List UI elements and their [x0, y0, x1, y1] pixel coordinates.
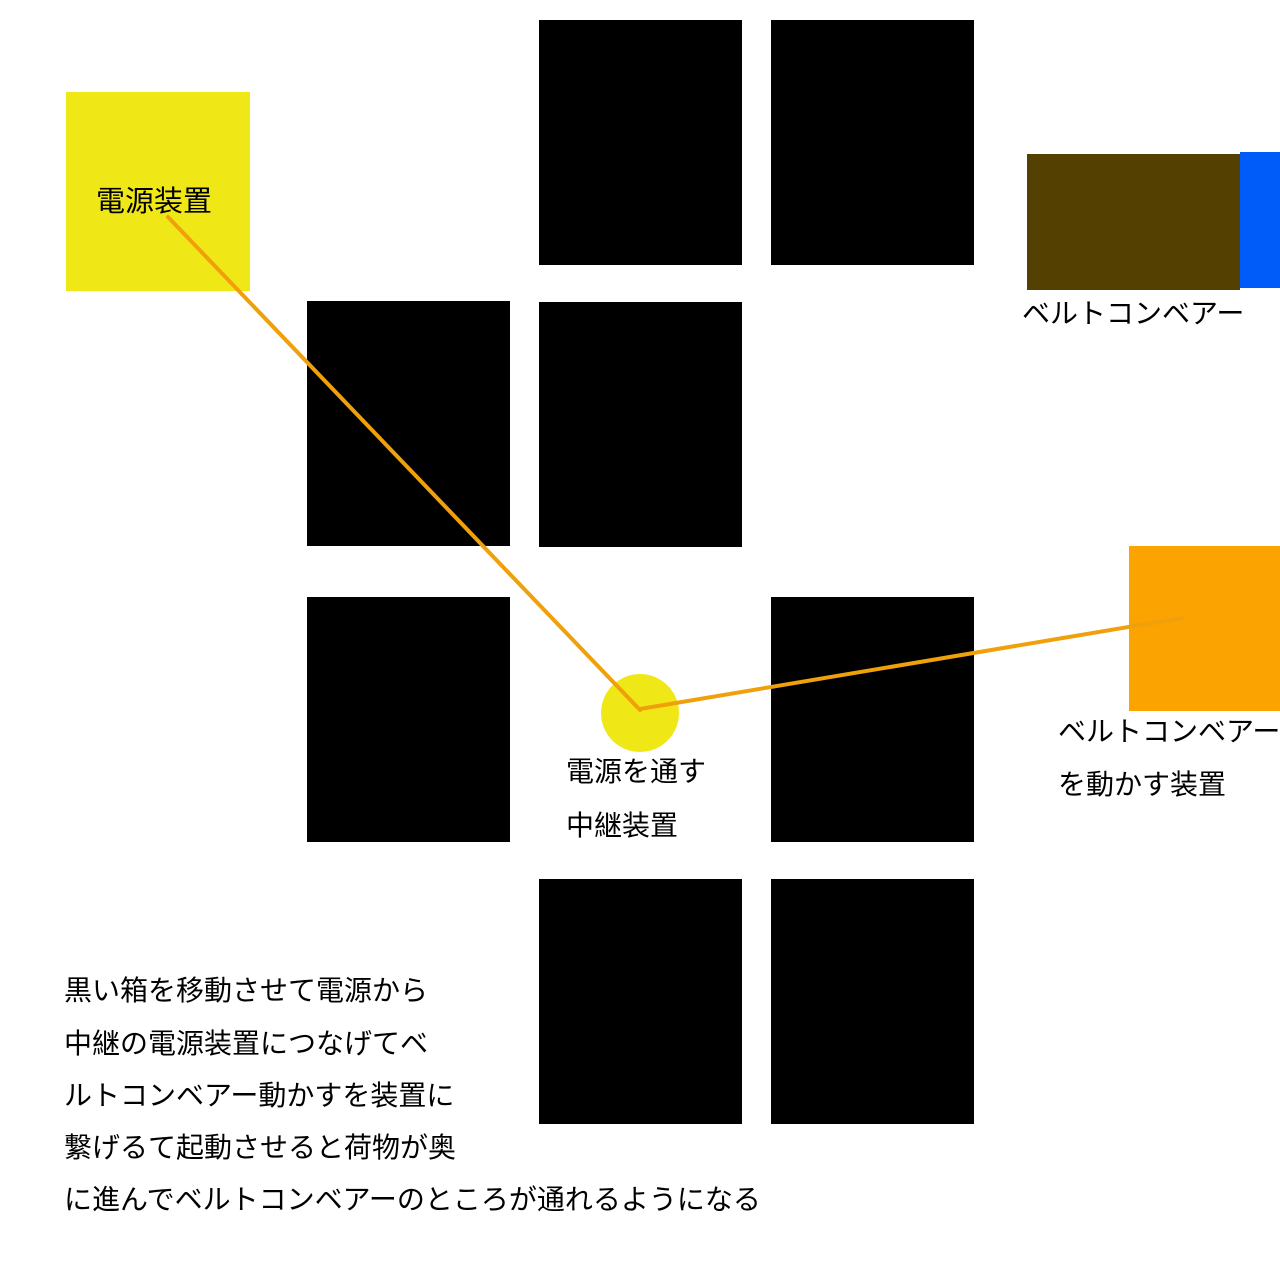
- description-line-3: ルトコンベアー動かすを装置に: [64, 1079, 455, 1112]
- description-line-5: に進んでベルトコンベアーのところが通れるようになる: [64, 1183, 761, 1216]
- wire-relay-to-driver: [638, 616, 1184, 711]
- description-line-2: 中継の電源装置につなげてベ: [64, 1027, 429, 1060]
- description-line-1: 黒い箱を移動させて電源から: [64, 974, 429, 1007]
- description-line-4: 繋げるて起動させると荷物が奥: [64, 1131, 457, 1164]
- wire-source-to-relay: [166, 215, 642, 712]
